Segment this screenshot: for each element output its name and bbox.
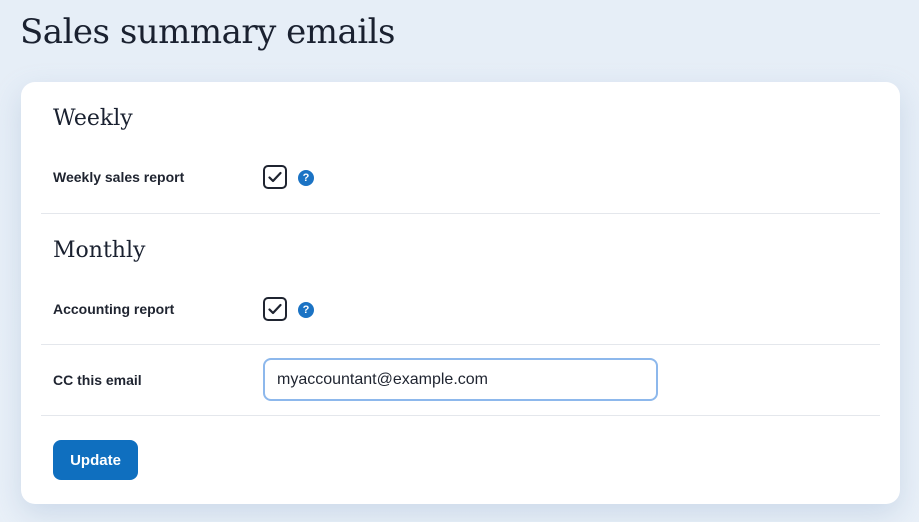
accounting-report-label: Accounting report bbox=[53, 301, 175, 317]
weekly-sales-report-checkbox[interactable] bbox=[263, 165, 287, 189]
section-heading-monthly: Monthly bbox=[53, 238, 146, 263]
settings-card: Weekly Weekly sales report ? Monthly Acc… bbox=[21, 82, 900, 504]
update-button[interactable]: Update bbox=[53, 440, 138, 480]
cc-email-input[interactable] bbox=[263, 358, 658, 401]
divider bbox=[41, 213, 880, 214]
help-icon[interactable]: ? bbox=[298, 170, 314, 186]
page-title: Sales summary emails bbox=[20, 12, 396, 52]
help-icon[interactable]: ? bbox=[298, 302, 314, 318]
divider bbox=[41, 415, 880, 416]
cc-email-label: CC this email bbox=[53, 372, 142, 388]
section-heading-weekly: Weekly bbox=[53, 106, 133, 131]
divider bbox=[41, 344, 880, 345]
check-icon bbox=[268, 171, 282, 183]
accounting-report-checkbox[interactable] bbox=[263, 297, 287, 321]
check-icon bbox=[268, 303, 282, 315]
weekly-sales-report-label: Weekly sales report bbox=[53, 169, 185, 185]
